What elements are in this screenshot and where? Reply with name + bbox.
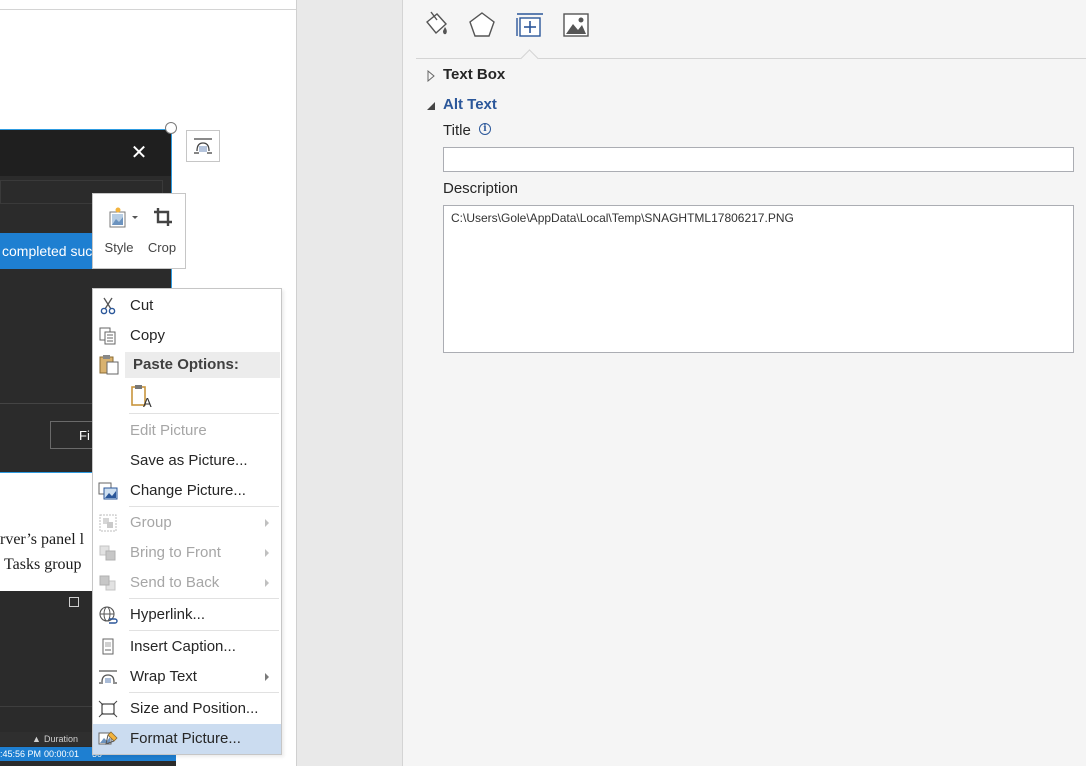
paste-text-only-icon: A — [131, 385, 152, 410]
menu-item-change-picture[interactable]: Change Picture... — [93, 476, 281, 506]
menu-item-label: Group — [130, 514, 172, 531]
menu-item-label: Edit Picture — [130, 422, 207, 439]
submenu-arrow-icon — [265, 549, 269, 557]
menu-item-label: Save as Picture... — [130, 452, 248, 469]
send-to-back-icon — [99, 575, 116, 591]
crop-label: Crop — [147, 240, 177, 255]
menu-item-edit-picture[interactable]: Edit Picture — [93, 416, 281, 446]
picture-style-icon — [109, 207, 138, 228]
style-label: Style — [104, 240, 134, 255]
mini-toolbar: Style Crop — [92, 193, 186, 269]
paste-options-header: Paste Options: — [125, 352, 280, 378]
document-text-line: rver’s panel l — [0, 531, 85, 548]
section-alt-text[interactable]: Alt Text — [424, 94, 1064, 116]
menu-item-label: Change Picture... — [130, 482, 246, 499]
close-icon: ✕ — [130, 142, 148, 164]
group-icon — [99, 514, 117, 532]
submenu-arrow-icon — [265, 673, 269, 681]
scissors-icon — [100, 297, 116, 315]
title-label: Title — [443, 122, 471, 139]
document-text-line: Tasks group — [4, 556, 82, 573]
alt-title-input[interactable] — [443, 147, 1074, 172]
menu-item-format-picture[interactable]: Format Picture... — [93, 724, 281, 754]
section-title: Alt Text — [443, 96, 497, 113]
picture-icon — [563, 13, 589, 37]
paste-keep-text-only-button[interactable]: A — [129, 383, 155, 411]
context-menu: Cut Copy Paste Options: A Edit Picture S… — [92, 288, 282, 755]
paste-icon — [99, 355, 119, 375]
crop-icon — [154, 208, 172, 226]
menu-separator — [129, 413, 279, 414]
tab-picture[interactable] — [561, 10, 591, 40]
menu-item-label: Format Picture... — [130, 730, 241, 747]
menu-item-label: Copy — [130, 327, 166, 344]
page-edge — [296, 0, 297, 766]
insert-caption-icon — [102, 638, 114, 655]
menu-separator — [129, 630, 279, 631]
change-picture-icon — [98, 482, 118, 500]
menu-item-label: Send to Back — [130, 574, 220, 591]
menu-item-label: Wrap Text — [130, 668, 197, 685]
menu-item-size-and-position[interactable]: Size and Position... — [93, 694, 281, 724]
pin-icon — [69, 597, 79, 607]
section-text-box[interactable]: Text Box — [424, 64, 1064, 86]
submenu-arrow-icon — [265, 579, 269, 587]
paint-bucket-icon — [426, 11, 447, 35]
menu-separator — [129, 598, 279, 599]
menu-item-insert-caption[interactable]: Insert Caption... — [93, 632, 281, 662]
svg-text:A: A — [143, 395, 152, 410]
time-cell: :45:56 PM — [0, 749, 42, 759]
format-picture-icon — [98, 731, 118, 745]
menu-item-cut[interactable]: Cut — [93, 291, 281, 321]
menu-item-hyperlink[interactable]: Hyperlink... — [93, 600, 281, 630]
layout-options-icon — [194, 138, 212, 154]
pentagon-icon — [469, 12, 495, 37]
menu-item-save-as-picture[interactable]: Save as Picture... — [93, 446, 281, 476]
menu-item-send-to-back[interactable]: Send to Back — [93, 568, 281, 598]
description-label: Description — [443, 180, 519, 197]
menu-item-copy[interactable]: Copy — [93, 321, 281, 351]
tab-fill-line[interactable] — [421, 10, 451, 40]
section-title: Text Box — [443, 66, 506, 83]
bring-to-front-icon — [99, 545, 116, 561]
duration-cell: 00:00:01 — [44, 749, 80, 759]
collapse-arrow-icon — [427, 102, 435, 110]
tab-effects[interactable] — [467, 10, 497, 40]
duration-header: Duration — [44, 734, 79, 744]
submenu-arrow-icon — [265, 519, 269, 527]
menu-separator — [129, 506, 279, 507]
page-margin-line — [0, 9, 296, 10]
rotate-handle[interactable] — [165, 122, 177, 134]
info-icon[interactable]: i — [479, 123, 491, 135]
crop-button[interactable]: Crop — [141, 194, 183, 268]
alt-description-input[interactable]: C:\Users\Gole\AppData\Local\Temp\SNAGHTM… — [443, 205, 1074, 353]
style-button[interactable]: Style — [97, 194, 141, 268]
tabs-divider — [416, 58, 1086, 59]
copy-icon — [99, 327, 116, 345]
menu-item-label: Hyperlink... — [130, 606, 206, 623]
layout-properties-icon — [516, 13, 543, 37]
expand-arrow-icon — [427, 70, 435, 82]
menu-item-group[interactable]: Group — [93, 508, 281, 538]
tab-layout-properties[interactable] — [515, 10, 545, 40]
menu-item-label: Bring to Front — [130, 544, 221, 561]
menu-item-label: Size and Position... — [130, 700, 259, 717]
menu-item-label: Insert Caption... — [130, 638, 236, 655]
menu-item-label: Cut — [130, 297, 154, 314]
menu-item-bring-to-front[interactable]: Bring to Front — [93, 538, 281, 568]
hyperlink-icon — [99, 606, 118, 624]
layout-options-button[interactable] — [186, 130, 220, 162]
wrap-text-icon — [99, 670, 117, 684]
size-position-icon — [98, 700, 118, 718]
menu-separator — [129, 692, 279, 693]
menu-item-wrap-text[interactable]: Wrap Text — [93, 662, 281, 692]
